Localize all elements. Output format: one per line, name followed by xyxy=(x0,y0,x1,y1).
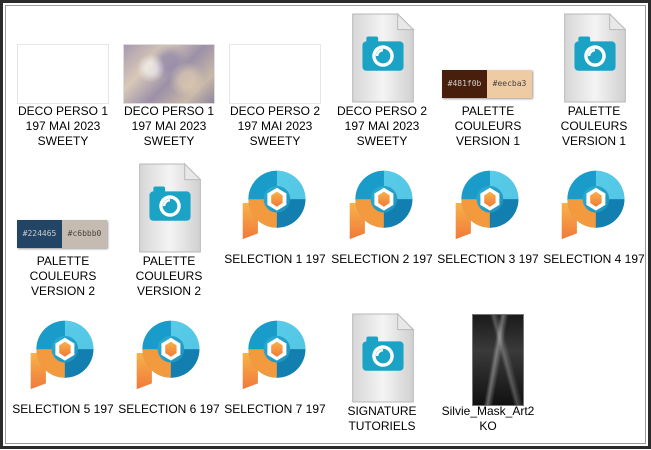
file-name-label: SELECTION 7 197 xyxy=(224,402,326,416)
color-swatch: #eecba3 xyxy=(487,70,532,98)
file-name-label: DECO PERSO 2 197 MAI 2023 SWEETY xyxy=(229,104,321,148)
file-name-label: PALETTE COULEURS VERSION 1 xyxy=(454,104,522,148)
file-name-label: DECO PERSO 2 197 MAI 2023 SWEETY xyxy=(336,104,428,148)
psp-logo-icon xyxy=(436,160,540,254)
blank-image xyxy=(11,10,115,104)
psp-document-icon xyxy=(117,160,221,254)
file-item[interactable]: SELECTION 4 197 xyxy=(542,160,646,300)
file-name-label: SELECTION 4 197 xyxy=(543,252,645,266)
file-name-label: SELECTION 2 197 xyxy=(331,252,433,266)
file-item[interactable]: Silvie_Mask_Art2 KO xyxy=(436,310,540,450)
color-swatch: #c6bbb0 xyxy=(62,220,107,248)
psp-logo-icon xyxy=(330,160,434,254)
blank-image xyxy=(223,10,327,104)
file-item[interactable]: SELECTION 2 197 xyxy=(330,160,434,300)
file-name-label: SELECTION 5 197 xyxy=(12,402,114,416)
texture-image xyxy=(117,10,221,104)
file-item[interactable]: SELECTION 5 197 xyxy=(11,310,115,450)
file-item[interactable]: DECO PERSO 2 197 MAI 2023 SWEETY xyxy=(330,10,434,150)
file-name-label: SELECTION 3 197 xyxy=(437,252,539,266)
file-item[interactable]: SIGNATURE TUTORIELS xyxy=(330,310,434,450)
file-name-label: DECO PERSO 1 197 MAI 2023 SWEETY xyxy=(123,104,215,148)
file-item[interactable]: #481f0b #eecba3 PALETTE COULEURS VERSION 1 xyxy=(436,10,540,150)
file-item[interactable]: SELECTION 3 197 xyxy=(436,160,540,300)
psp-logo-icon xyxy=(223,310,327,404)
file-name-label: PALETTE COULEURS VERSION 2 xyxy=(29,254,97,298)
file-item[interactable]: SELECTION 6 197 xyxy=(117,310,221,450)
color-swatch: #224465 xyxy=(17,220,62,248)
palette-image: #481f0b #eecba3 xyxy=(436,10,540,104)
file-item[interactable]: DECO PERSO 1 197 MAI 2023 SWEETY xyxy=(117,10,221,150)
file-name-label: PALETTE COULEURS VERSION 2 xyxy=(135,254,203,298)
file-item[interactable]: PALETTE COULEURS VERSION 2 xyxy=(117,160,221,300)
file-name-label: Silvie_Mask_Art2 KO xyxy=(441,404,535,433)
psp-logo-icon xyxy=(223,160,327,254)
color-swatch: #481f0b xyxy=(442,70,487,98)
psp-document-icon xyxy=(542,10,646,104)
file-name-label: PALETTE COULEURS VERSION 1 xyxy=(560,104,628,148)
psp-document-icon xyxy=(330,10,434,104)
psp-logo-icon xyxy=(542,160,646,254)
file-name-label: SELECTION 1 197 xyxy=(224,252,326,266)
file-item[interactable]: DECO PERSO 2 197 MAI 2023 SWEETY xyxy=(223,10,327,150)
file-name-label: DECO PERSO 1 197 MAI 2023 SWEETY xyxy=(17,104,109,148)
file-item[interactable]: DECO PERSO 1 197 MAI 2023 SWEETY xyxy=(11,10,115,150)
palette-image: #224465 #c6bbb0 xyxy=(11,160,115,254)
file-name-label: SELECTION 6 197 xyxy=(118,402,220,416)
file-item[interactable]: SELECTION 7 197 xyxy=(223,310,327,450)
file-item[interactable]: SELECTION 1 197 xyxy=(223,160,327,300)
psp-document-icon xyxy=(330,310,434,404)
file-item[interactable]: PALETTE COULEURS VERSION 1 xyxy=(542,10,646,150)
file-item[interactable]: #224465 #c6bbb0 PALETTE COULEURS VERSION 2 xyxy=(11,160,115,300)
file-name-label: SIGNATURE TUTORIELS xyxy=(347,404,417,433)
dark-mask-image xyxy=(436,310,540,406)
psp-logo-icon xyxy=(11,310,115,404)
psp-logo-icon xyxy=(117,310,221,404)
